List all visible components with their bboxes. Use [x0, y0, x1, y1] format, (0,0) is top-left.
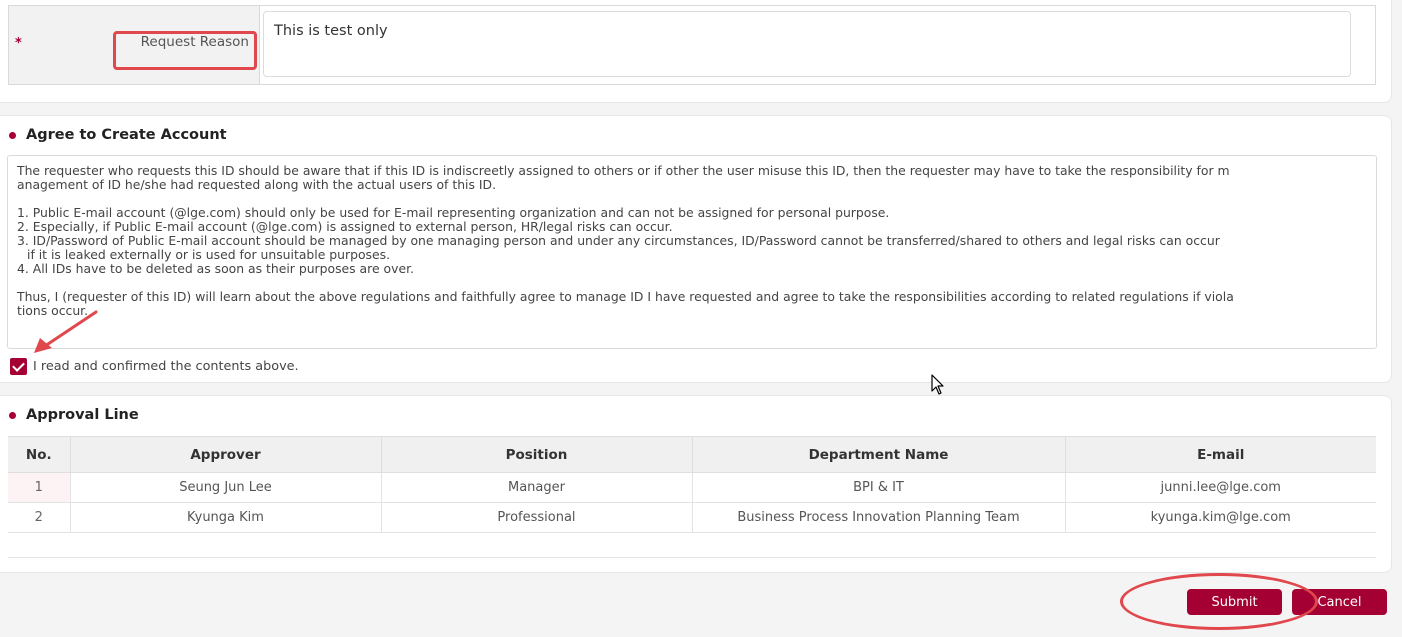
request-reason-value-cell: This is test only — [260, 6, 1375, 84]
agree-section: Agree to Create Account The requester wh… — [0, 115, 1392, 383]
terms-line: tions occur. — [17, 303, 89, 318]
column-header-approver: Approver — [70, 436, 382, 473]
mouse-cursor-icon — [931, 374, 944, 395]
bullet-dot-icon — [9, 131, 16, 139]
approval-section-title: Approval Line — [9, 407, 139, 423]
agree-confirm-row[interactable]: I read and confirmed the contents above. — [10, 358, 299, 375]
terms-spacer — [17, 276, 1367, 290]
required-mark: * — [15, 36, 22, 51]
divider — [8, 557, 1376, 558]
cell-email: kyunga.kim@lge.com — [1065, 502, 1376, 533]
terms-line: anagement of ID he/she had requested alo… — [17, 177, 497, 192]
terms-line: The requester who requests this ID shoul… — [17, 163, 1230, 178]
terms-line: Thus, I (requester of this ID) will lear… — [17, 289, 1234, 304]
terms-spacer — [17, 192, 1367, 206]
cell-approver: Seung Jun Lee — [70, 472, 382, 503]
approval-section: Approval Line No. Approver Position Depa… — [0, 395, 1392, 573]
cell-approver: Kyunga Kim — [70, 502, 382, 533]
request-reason-textarea[interactable]: This is test only — [263, 11, 1351, 77]
terms-text-box[interactable]: The requester who requests this ID shoul… — [7, 155, 1377, 349]
terms-line: 4. All IDs have to be deleted as soon as… — [17, 261, 414, 276]
agree-confirm-label[interactable]: I read and confirmed the contents above. — [33, 359, 299, 374]
annotation-arrow-icon — [34, 310, 98, 353]
column-header-email: E-mail — [1065, 436, 1376, 473]
agree-title-text: Agree to Create Account — [26, 127, 227, 143]
cell-no: 1 — [8, 472, 71, 503]
cell-department: BPI & IT — [692, 472, 1066, 503]
approval-title-text: Approval Line — [26, 407, 139, 423]
column-header-department: Department Name — [692, 436, 1066, 473]
terms-line: 3. ID/Password of Public E-mail account … — [17, 233, 1220, 248]
terms-line: if it is leaked externally or is used fo… — [27, 247, 391, 262]
bullet-dot-icon — [9, 411, 16, 419]
cell-position: Professional — [381, 502, 693, 533]
annotation-highlight-box — [113, 31, 257, 70]
column-header-position: Position — [381, 436, 693, 473]
terms-line: 2. Especially, if Public E-mail account … — [17, 219, 673, 234]
table-row[interactable]: 2 Kyunga Kim Professional Business Proce… — [8, 502, 1376, 533]
cell-position: Manager — [381, 472, 693, 503]
approval-table-header: No. Approver Position Department Name E-… — [8, 436, 1376, 473]
cell-no: 2 — [8, 502, 71, 533]
table-row[interactable]: 1 Seung Jun Lee Manager BPI & IT junni.l… — [8, 472, 1376, 503]
agree-checkbox[interactable] — [10, 358, 27, 375]
annotation-highlight-ellipse — [1120, 573, 1318, 630]
cell-email: junni.lee@lge.com — [1065, 472, 1376, 503]
column-header-no: No. — [8, 436, 71, 473]
approval-table: No. Approver Position Department Name E-… — [8, 436, 1376, 533]
terms-line: 1. Public E-mail account (@lge.com) shou… — [17, 205, 890, 220]
cell-department: Business Process Innovation Planning Tea… — [692, 502, 1066, 533]
agree-section-title: Agree to Create Account — [9, 127, 227, 143]
